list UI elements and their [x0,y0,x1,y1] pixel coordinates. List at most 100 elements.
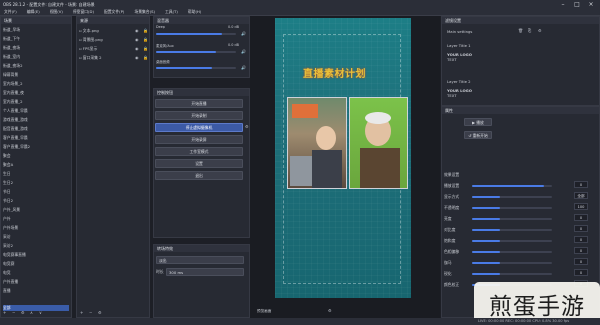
scene-item[interactable]: 户外_风景 [3,207,20,213]
property-value[interactable]: 0 [574,258,588,265]
play-button[interactable]: ▶ 播放 [464,118,492,126]
right-video-frame[interactable] [349,97,408,189]
scene-item[interactable]: 直播 [3,288,11,294]
source-settings-icon[interactable]: ⚙ [98,310,102,315]
property-slider[interactable] [472,240,552,242]
scene-item[interactable]: 电竞赛 [3,261,14,267]
scene-item[interactable]: 绿幕背景 [3,72,18,78]
transition-select[interactable]: 淡出 [156,256,244,264]
scene-item[interactable]: 聚会A [3,162,13,168]
scene-item[interactable]: 户外 [3,216,11,222]
menu-tools[interactable]: 工具(T) [165,9,178,15]
scene-item[interactable]: 个人直播_早晨 [3,108,28,114]
property-value[interactable]: 全部 [574,192,588,199]
minimize-icon[interactable]: – [556,0,570,9]
lock-icon[interactable]: 🔒 [143,37,148,42]
remove-source-icon[interactable]: − [89,310,92,315]
scene-item[interactable]: 室内直播_夜 [3,90,24,96]
exit-button[interactable]: 退出 [155,171,243,180]
scene-item[interactable]: 室内场景_2 [3,81,23,87]
property-slider[interactable] [472,218,552,220]
property-value[interactable]: 0 [574,181,588,188]
close-icon[interactable]: × [584,0,598,9]
restart-button[interactable]: ↺ 重新开始 [464,131,492,139]
menu-edit[interactable]: 编辑(E) [27,9,40,15]
scene-item[interactable]: 电竞 [3,270,11,276]
visibility-icon[interactable]: ◉ [135,28,139,33]
property-value[interactable]: 0 [574,269,588,276]
scene-item[interactable]: 节日2 [3,198,13,204]
scene-item[interactable]: 客户直播_早晨2 [3,144,30,150]
scene-item[interactable]: 街道_室内 [3,54,20,60]
property-value[interactable]: 0 [574,247,588,254]
scene-item[interactable]: 户外场景 [3,225,18,231]
scene-item[interactable]: 室内直播_2 [3,99,23,105]
mixer-meter[interactable] [156,51,236,53]
move-up-icon[interactable]: ∧ [30,310,33,315]
visibility-icon[interactable]: ◉ [135,37,139,42]
mixer-meter[interactable] [156,67,236,69]
scene-item[interactable]: 采访 [3,234,11,240]
property-slider[interactable] [472,196,552,198]
gear-icon[interactable]: ⚙ [245,124,249,129]
maximize-icon[interactable]: □ [570,0,584,9]
scene-settings-icon[interactable]: ⚙ [21,310,25,315]
source-item[interactable]: ▫ 窗口采集 2 [79,55,102,61]
property-slider[interactable] [472,185,552,187]
lock-icon[interactable]: 🔒 [143,55,148,60]
move-down-icon[interactable]: ∨ [39,310,42,315]
add-scene-icon[interactable]: + [3,310,6,315]
property-slider[interactable] [472,251,552,253]
menu-docks[interactable]: 停靠窗口(D) [73,9,94,15]
scene-item[interactable]: 生日 [3,171,11,177]
start-recording-button[interactable]: 开始录制 [155,111,243,120]
start-screen-recording-button[interactable]: 开始录屏 [155,135,243,144]
remove-scene-icon[interactable]: − [12,310,15,315]
scene-item[interactable]: 生日2 [3,180,13,186]
property-slider[interactable] [472,262,552,264]
scene-item[interactable]: 聚会 [3,153,11,159]
scene-item[interactable]: 街道_夜场2 [3,63,23,69]
scene-item[interactable]: 配音直播_游戏 [3,126,28,132]
speaker-icon[interactable]: 🔊 [241,49,246,54]
lock-icon[interactable]: 🔒 [143,28,148,33]
visibility-icon[interactable]: ◉ [135,46,139,51]
speaker-icon[interactable]: 🔊 [241,65,246,70]
scene-item[interactable]: 户外直播 [3,279,18,285]
lock-icon[interactable]: 🔒 [143,46,148,51]
source-item[interactable]: ▫ 背景图.png [79,37,103,43]
visibility-icon[interactable]: ◉ [135,55,139,60]
scene-item[interactable]: 采访2 [3,243,13,249]
gear-icon[interactable]: ⚙ [538,28,542,33]
scene-item[interactable]: 电竞赛事直播 [3,252,26,258]
start-streaming-button[interactable]: 开始直播 [155,99,243,108]
property-slider[interactable] [472,229,552,231]
left-video-frame[interactable] [287,97,347,189]
scene-item[interactable]: 客户直播_早晨 [3,135,28,141]
menu-scene-collection[interactable]: 场景集合(S) [134,9,155,15]
filters-main-label[interactable]: Main settings [447,29,472,34]
trash-icon[interactable]: 🗑 [518,28,523,33]
property-value[interactable]: 100 [574,203,588,210]
menu-help[interactable]: 帮助(H) [188,9,201,15]
duration-input[interactable]: 300 ms [166,268,244,276]
mixer-meter[interactable] [156,33,236,35]
property-slider[interactable] [472,273,552,275]
menu-file[interactable]: 文件(F) [4,9,17,15]
add-source-icon[interactable]: + [80,310,83,315]
menu-view[interactable]: 视图(V) [50,9,63,15]
source-item[interactable]: ▫ FPS显示 [79,46,97,52]
scene-item[interactable]: 街道_早场 [3,27,20,33]
property-value[interactable]: 0 [574,236,588,243]
studio-mode-button[interactable]: 工作室模式 [155,147,243,156]
property-slider[interactable] [472,207,552,209]
gear-icon[interactable]: ⚙ [328,308,332,313]
scene-item[interactable]: 街道_夜场 [3,45,20,51]
speaker-icon[interactable]: 🔊 [241,31,246,36]
settings-button[interactable]: 设置 [155,159,243,168]
stop-virtual-camera-button[interactable]: 停止虚拟摄像机 [155,123,243,132]
property-value[interactable]: 0 [574,214,588,221]
scene-item[interactable]: 节日 [3,189,11,195]
property-value[interactable]: 0 [574,225,588,232]
copy-icon[interactable]: ⎘ [528,28,531,33]
